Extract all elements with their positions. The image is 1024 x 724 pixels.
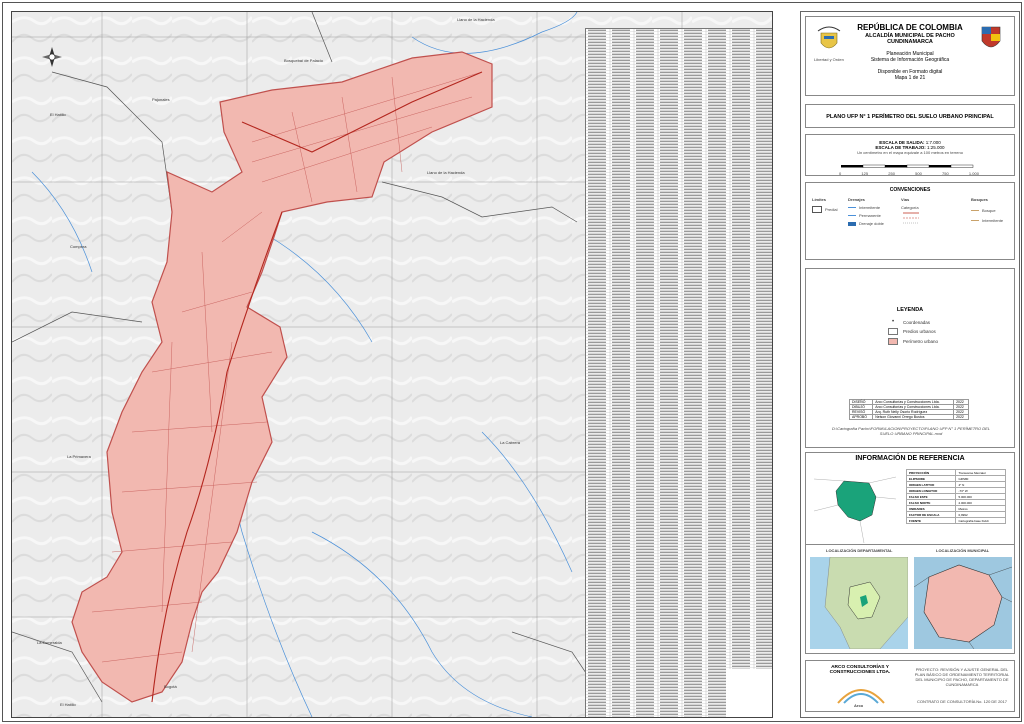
company-name: ARCO CONSULTORÍAS Y CONSTRUCCIONES LTDA. <box>829 665 891 675</box>
scale-tick: 750 <box>942 171 949 176</box>
legend-item-parcels: Predios urbanos <box>888 328 1014 335</box>
credit-row: APROBÓ Nelson Giovanni Orrego Bustos 2022 <box>848 414 969 420</box>
country-title: REPÚBLICA DE COLOMBIA <box>857 23 963 32</box>
place-label: Compera <box>70 244 87 249</box>
department-title: CUNDINAMARCA <box>887 39 933 45</box>
legend-title: LEYENDA <box>896 307 924 313</box>
plan-title: PLANO UFP N° 1 PERÍMETRO DEL SUELO URBAN… <box>805 104 1015 128</box>
place-label: Bogotá <box>164 684 177 689</box>
legend-label: Predios urbanos <box>903 329 936 334</box>
pacho-coat-of-arms-icon <box>981 26 1001 48</box>
place-label: Pajonales <box>152 97 170 102</box>
reference-box: INFORMACIÓN DE REFERENCIA PROYECCIÓN Tran… <box>805 452 1015 548</box>
scale-box: ESCALA DE SALIDA: 1:7.000 ESCALA DE TRAB… <box>805 134 1015 176</box>
municipal-location-map <box>914 557 1012 649</box>
conventions-title: CONVENCIONES <box>889 187 931 193</box>
conventions-box: CONVENCIONES Límites Predial Drenajes In… <box>805 182 1015 260</box>
legend-item-perimeter: Perímetro urbano <box>888 338 1014 345</box>
contract-number: CONTRATO DE CONSULTORÍA No. 120 DE 2017 <box>917 699 1007 704</box>
convention-item: Bosque <box>982 208 996 213</box>
convention-group-drainage: Drenajes Intermitente Permanente Drenaje… <box>848 197 884 226</box>
location-maps-box: LOCALIZACIÓN DEPARTAMENTAL LOCALIZACIÓN … <box>805 544 1015 654</box>
scale-ticks: 0 125 250 500 750 1.000 <box>839 171 979 176</box>
reference-table: PROYECCIÓN Transverse Mercator ELIPSOIDE G… <box>905 469 1006 524</box>
convention-item: Drenaje doble <box>859 221 884 226</box>
group-title: Bosques <box>971 197 988 202</box>
point-icon: • <box>891 319 895 325</box>
place-label: El Hatillo <box>50 112 66 117</box>
convention-item: Intermitente <box>982 218 1004 223</box>
place-label: La Esmeralda <box>37 640 62 645</box>
muni-location-label: LOCALIZACIÓN MUNICIPAL <box>936 548 990 553</box>
place-label: La Cabrera <box>500 440 521 445</box>
legend-swatch <box>888 338 898 345</box>
legend-box: LEYENDA • Coordenadas Predios urbanos Pe… <box>805 268 1015 448</box>
place-label: Bosquebaí de Palacio <box>284 58 323 63</box>
reference-title: INFORMACIÓN DE REFERENCIA <box>855 455 965 462</box>
department-neighbors-map <box>814 471 896 543</box>
file-path: D:\Cartografía Pacho\FORMULACION\PROYECT… <box>831 426 991 436</box>
scale-tick: 250 <box>888 171 895 176</box>
place-label: El Hatillo <box>60 702 76 707</box>
convention-group-roads: Vías Categoría <box>901 197 941 235</box>
company-box: ARCO CONSULTORÍAS Y CONSTRUCCIONES LTDA.… <box>805 660 1015 712</box>
legend-swatch <box>888 328 898 335</box>
convention-group-limits: Límites Predial <box>812 197 837 213</box>
convention-group-forests: Bosques Bosque Intermitente <box>971 197 1003 223</box>
company-logo-text: Arco <box>854 703 864 708</box>
credits-table: DISEÑÓ Arco Consultorías y Construcciones… <box>848 399 969 420</box>
scale-note: Un centímetro en el mapa equivale a 100 … <box>857 150 963 155</box>
department-location-map <box>810 557 908 649</box>
scale-tick: 125 <box>861 171 869 176</box>
legend-item-coordinates: • Coordenadas <box>888 319 1014 325</box>
scale-tick: 500 <box>915 171 922 176</box>
convention-item: Predial <box>825 207 838 212</box>
header-box: Libertad y Orden REPÚBLICA DE COLOMBIA A… <box>805 16 1015 96</box>
title-block: Libertad y Orden REPÚBLICA DE COLOMBIA A… <box>800 11 1020 718</box>
map-number: Mapa 1 de 21 <box>894 75 926 81</box>
colombia-coat-of-arms-icon <box>817 26 841 49</box>
legend-label: Coordenadas <box>903 319 931 325</box>
scale-tick: 0 <box>839 171 842 176</box>
coat-caption: Libertad y Orden <box>814 57 844 62</box>
system-text: Sistema de Información Geográfica <box>870 57 950 63</box>
road-symbols <box>903 212 919 224</box>
scale-tick: 1.000 <box>968 171 979 176</box>
company-logo-icon <box>837 689 885 704</box>
group-title: Drenajes <box>848 197 865 202</box>
place-label: Llano de la Hacienda <box>427 170 465 175</box>
map-frame[interactable]: Llano de la Hacienda Bosquebaí de Palaci… <box>11 11 773 718</box>
place-label: Llano de la Hacienda <box>457 17 495 22</box>
project-description: PROYECTO: REVISIÓN Y AJUSTE GENERAL DEL … <box>914 667 1010 687</box>
group-title: Límites <box>812 197 827 202</box>
coordinates-table <box>585 28 772 717</box>
coordinates-table-grid <box>586 29 772 717</box>
dept-location-label: LOCALIZACIÓN DEPARTAMENTAL <box>826 548 893 553</box>
place-label: La Primavera <box>67 454 91 459</box>
map-sheet: Llano de la Hacienda Bosquebaí de Palaci… <box>2 2 1022 722</box>
legend-label: Perímetro urbano <box>903 339 939 344</box>
convention-item: Permanente <box>859 213 881 218</box>
convention-item: Intermitente <box>859 205 881 210</box>
group-title: Vías <box>901 197 910 202</box>
